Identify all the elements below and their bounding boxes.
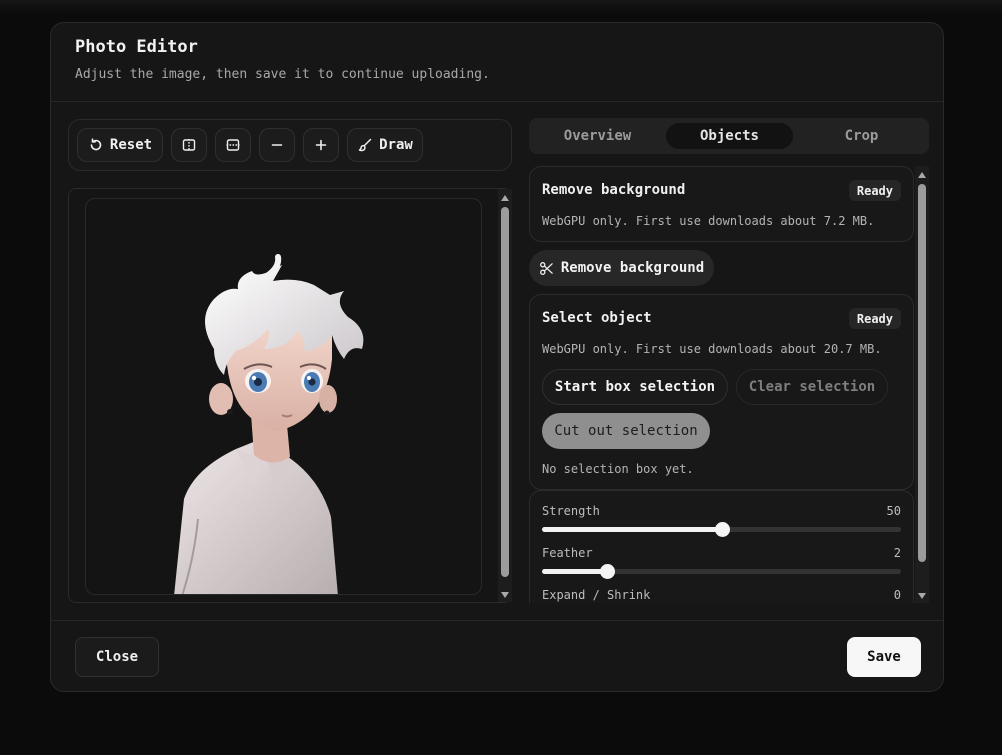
strength-slider-handle[interactable] [714, 522, 730, 537]
zoom-out-button[interactable] [259, 128, 295, 162]
canvas-scrollbar[interactable] [498, 189, 512, 602]
remove-background-button[interactable]: Remove background [529, 250, 714, 286]
save-button[interactable]: Save [847, 637, 921, 677]
editor-tabs: Overview Objects Crop [529, 118, 929, 154]
feather-slider-fill [542, 569, 607, 574]
canvas-scroll-thumb[interactable] [501, 207, 509, 577]
scroll-down-arrow[interactable] [918, 593, 926, 599]
dialog-header: Photo Editor Adjust the image, then save… [51, 23, 943, 102]
select-object-title: Select object [542, 310, 652, 326]
reset-icon [90, 138, 102, 151]
strength-slider[interactable] [542, 522, 901, 537]
scroll-up-arrow[interactable] [918, 172, 926, 178]
feather-value: 2 [893, 546, 901, 560]
flip-horizontal-button[interactable] [171, 128, 207, 162]
backdrop [0, 0, 1002, 14]
character-image [174, 254, 364, 594]
reset-button[interactable]: Reset [77, 128, 163, 162]
flip-horizontal-icon [182, 139, 196, 151]
cut-out-selection-button[interactable]: Cut out selection [542, 413, 710, 449]
photo-editor-dialog: Photo Editor Adjust the image, then save… [50, 22, 944, 692]
close-button[interactable]: Close [75, 637, 159, 677]
remove-background-button-label: Remove background [560, 260, 705, 276]
scroll-down-arrow[interactable] [501, 592, 509, 598]
brush-icon [358, 138, 372, 152]
status-badge: Ready [848, 180, 901, 201]
panel-scrollbar[interactable] [915, 166, 929, 603]
scissors-icon [539, 261, 553, 275]
dialog-subtitle: Adjust the image, then save it to contin… [75, 67, 490, 82]
select-object-card: Select object Ready WebGPU only. First u… [529, 294, 914, 490]
flip-vertical-button[interactable] [215, 128, 251, 162]
canvas-viewport [68, 188, 512, 603]
refine-sliders-card: Strength 50 Feather 2 Expand / Shrink 0 [529, 490, 914, 603]
zoom-in-button[interactable] [303, 128, 339, 162]
dialog-footer: Close Save [51, 620, 943, 691]
dialog-title: Photo Editor [75, 37, 198, 57]
draw-label: Draw [379, 137, 413, 153]
tab-crop[interactable]: Crop [799, 123, 924, 149]
tab-objects[interactable]: Objects [666, 123, 793, 149]
zoom-out-icon [271, 144, 283, 146]
tab-overview[interactable]: Overview [535, 123, 660, 149]
strength-label: Strength [542, 504, 600, 518]
expand-shrink-value: 0 [893, 588, 901, 602]
image-canvas[interactable] [85, 198, 482, 595]
zoom-in-icon [315, 139, 327, 151]
draw-button[interactable]: Draw [347, 128, 423, 162]
feather-slider-handle[interactable] [599, 564, 615, 579]
strength-value: 50 [886, 504, 901, 518]
scroll-up-arrow[interactable] [501, 195, 509, 201]
selection-status-text: No selection box yet. [542, 462, 694, 476]
feather-label: Feather [542, 546, 593, 560]
start-box-selection-button[interactable]: Start box selection [542, 369, 728, 405]
remove-background-title: Remove background [542, 182, 686, 198]
objects-panel: Remove background Ready WebGPU only. Fir… [529, 166, 929, 603]
feather-slider[interactable] [542, 564, 901, 579]
remove-background-description: WebGPU only. First use downloads about 7… [542, 214, 875, 228]
select-object-description: WebGPU only. First use downloads about 2… [542, 342, 882, 356]
panel-scroll-thumb[interactable] [918, 184, 926, 562]
editor-toolbar: Reset Draw [68, 119, 512, 171]
reset-label: Reset [109, 137, 153, 153]
clear-selection-button[interactable]: Clear selection [736, 369, 888, 405]
expand-shrink-label: Expand / Shrink [542, 588, 651, 602]
strength-slider-fill [542, 527, 722, 532]
status-badge: Ready [848, 308, 901, 329]
flip-vertical-icon [226, 139, 240, 151]
remove-background-card: Remove background Ready WebGPU only. Fir… [529, 166, 914, 242]
